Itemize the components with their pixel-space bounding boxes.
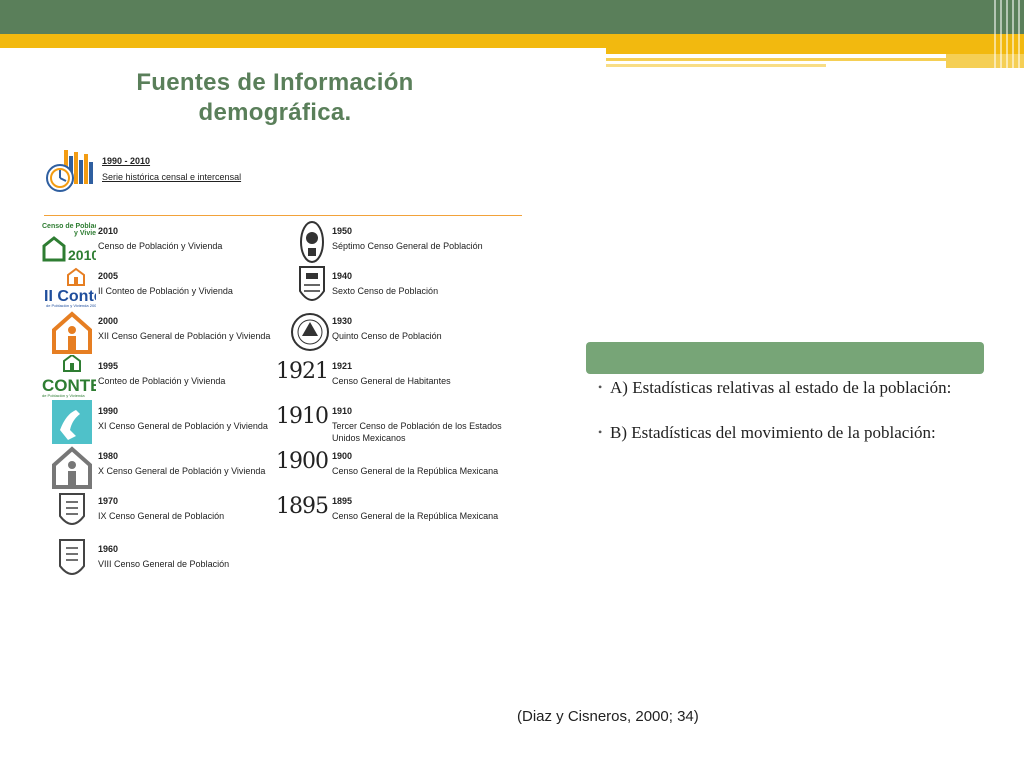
svg-text:2010: 2010 xyxy=(68,247,96,263)
historical-label: Serie histórica censal e intercensal xyxy=(102,172,242,182)
census-entry-2005: II Conteo de Población y Vivienda 2005 2… xyxy=(40,265,270,309)
entry-year: 1960 xyxy=(98,544,119,554)
entry-year: 1995 xyxy=(98,361,119,371)
bullet-item: • A) Estadísticas relativas al estado de… xyxy=(598,378,978,397)
entry-label: Conteo de Población y Vivienda xyxy=(98,376,226,386)
entry-label: IX Censo General de Población xyxy=(98,511,225,521)
bullet-item: • B) Estadísticas del movimiento de la p… xyxy=(598,423,978,442)
house-person-logo xyxy=(52,311,92,354)
entry-year: 2010 xyxy=(98,226,119,236)
census-entry-2010: Censo de Población y Vivienda 2010 2010 … xyxy=(40,220,270,264)
entry-year: 1895 xyxy=(332,496,353,506)
entry-year: 2005 xyxy=(98,271,119,281)
census-entry-1921: 1921 1921 Censo General de Habitantes xyxy=(274,355,504,399)
census-entry-1995: CONTEO95 de Población y Vivienda 1995 Co… xyxy=(40,355,270,399)
entry-year: 1990 xyxy=(98,406,119,416)
svg-text:y Vivienda: y Vivienda xyxy=(74,230,96,237)
entry-label: Censo General de la República Mexicana xyxy=(332,466,499,476)
year-mark-1910: 1910 xyxy=(276,404,329,429)
censo-2010-logo: Censo de Población y Vivienda 2010 xyxy=(42,223,96,263)
census-entry-1900: 1900 1900 Censo General de la República … xyxy=(274,445,504,489)
hand-logo xyxy=(52,400,92,444)
census-entry-1950: 1950 Séptimo Censo General de Población xyxy=(274,220,504,264)
shield-logo xyxy=(59,493,85,525)
conteo95-logo: CONTEO95 de Población y Vivienda xyxy=(42,355,96,398)
census-entry-1960: 1960 VIII Censo General de Población xyxy=(40,538,270,582)
house-outline-logo xyxy=(52,446,92,489)
census-entry-1930: 1930 Quinto Censo de Población xyxy=(274,310,504,354)
shield-logo xyxy=(59,539,85,575)
entry-year: 1970 xyxy=(98,496,119,506)
census-entry-1895: 1895 1895 Censo General de la República … xyxy=(274,490,504,534)
header-stripes xyxy=(990,0,1024,70)
header-gold-line xyxy=(606,58,946,61)
census-timeline-image: 1990 - 2010 Serie histórica censal e int… xyxy=(40,140,530,590)
historical-series-icon xyxy=(46,150,93,192)
slide-title: Fuentes de Información demográfica. xyxy=(136,69,414,126)
svg-text:Censo de Población: Censo de Población xyxy=(42,223,96,230)
census-entry-1980: 1980 X Censo General de Población y Vivi… xyxy=(40,445,270,489)
census-entry-1910: 1910 1910 Tercer Censo de Población de l… xyxy=(274,400,504,444)
entry-year: 1921 xyxy=(332,361,353,371)
header-gold-line-2 xyxy=(606,64,826,67)
historical-years: 1990 - 2010 xyxy=(102,156,151,166)
svg-text:de Población y Vivienda 2005: de Población y Vivienda 2005 xyxy=(46,303,96,308)
census-entry-1940: 1940 Sexto Censo de Población xyxy=(274,265,504,309)
content-header-bar xyxy=(586,342,984,374)
census-entry-2000: 2000 XII Censo General de Población y Vi… xyxy=(40,310,270,354)
bullet-text: A) Estadísticas relativas al estado de l… xyxy=(610,378,952,397)
entry-label: Censo de Población y Vivienda xyxy=(98,241,223,251)
divider xyxy=(44,215,522,216)
entry-year: 1940 xyxy=(332,271,353,281)
bullet-list: • A) Estadísticas relativas al estado de… xyxy=(598,378,978,468)
entry-label: Sexto Censo de Población xyxy=(332,286,439,296)
bullet-icon: • xyxy=(598,425,603,439)
year-mark-1895: 1895 xyxy=(276,494,329,519)
entry-label: VIII Censo General de Población xyxy=(98,559,230,569)
citation: (Diaz y Cisneros, 2000; 34) xyxy=(517,708,699,725)
entry-label: Censo General de Habitantes xyxy=(332,376,451,386)
year-mark-1900: 1900 xyxy=(276,449,329,474)
header-gold-band xyxy=(0,34,1024,48)
entry-label: Séptimo Censo General de Población xyxy=(332,241,483,251)
shield-logo xyxy=(299,266,325,301)
entry-label: X Censo General de Población y Vivienda xyxy=(98,466,266,476)
bullet-text: B) Estadísticas del movimiento de la pob… xyxy=(610,423,936,442)
census-entry-1970: 1970 IX Censo General de Población xyxy=(40,490,270,534)
entry-label: XI Censo General de Población y Vivienda xyxy=(98,421,268,431)
seal-logo xyxy=(300,221,324,263)
entry-label: II Conteo de Población y Vivienda xyxy=(98,286,233,296)
entry-label: Quinto Censo de Población xyxy=(332,331,442,341)
entry-year: 1930 xyxy=(332,316,353,326)
bullet-icon: • xyxy=(598,380,603,394)
entry-year: 1900 xyxy=(332,451,353,461)
census-entry-1990: 1990 XI Censo General de Población y Viv… xyxy=(40,400,270,444)
ii-conteo-logo: II Conteo de Población y Vivienda 2005 xyxy=(44,267,96,308)
round-seal-logo xyxy=(291,313,329,351)
svg-text:de Población y Vivienda: de Población y Vivienda xyxy=(42,393,85,398)
entry-label: XII Censo General de Población y Viviend… xyxy=(98,331,271,341)
entry-label: Tercer Censo de Población de los Estados… xyxy=(332,421,502,443)
entry-year: 2000 xyxy=(98,316,119,326)
entry-year: 1910 xyxy=(332,406,353,416)
entry-label: Censo General de la República Mexicana xyxy=(332,511,499,521)
header-green-band xyxy=(0,0,1024,34)
entry-year: 1980 xyxy=(98,451,119,461)
year-mark-1921: 1921 xyxy=(276,359,329,384)
entry-year: 1950 xyxy=(332,226,353,236)
